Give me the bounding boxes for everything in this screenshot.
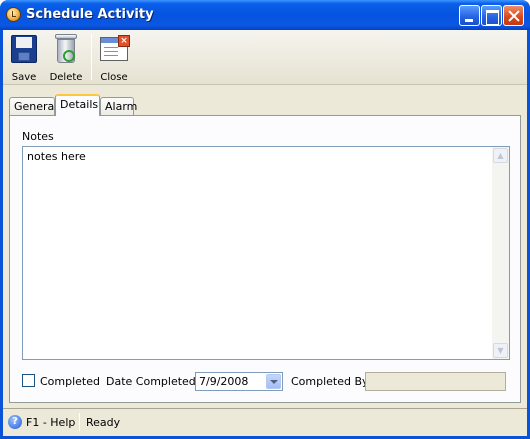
status-bar: ? F1 - Help Ready [3,408,527,434]
notes-label: Notes [22,130,54,143]
completion-row: Completed Date Completed 7/9/2008 Comple… [10,372,522,392]
completed-checkbox[interactable] [22,374,35,387]
close-label: Close [100,72,128,83]
date-completed-picker[interactable]: 7/9/2008 [195,372,283,391]
status-text: Ready [86,416,121,429]
tab-general[interactable]: General [9,97,57,115]
toolbar-separator [91,34,92,80]
toolbar: Save Delete × Close [3,30,527,85]
date-completed-value: 7/9/2008 [199,375,249,388]
completed-by-label: Completed By [291,375,369,388]
scroll-up-arrow-icon[interactable]: ▲ [493,148,508,163]
notes-scrollbar[interactable]: ▲ ▼ [492,147,509,359]
notes-textarea[interactable]: notes here ▲ ▼ [22,146,510,360]
completed-by-field[interactable] [365,372,506,391]
date-completed-label: Date Completed [106,375,196,388]
maximize-button[interactable] [481,5,502,26]
help-icon: ? [8,415,22,429]
close-document-icon: × [100,35,130,61]
save-button[interactable]: Save [9,32,39,84]
delete-button[interactable]: Delete [47,32,85,84]
schedule-activity-window: Schedule Activity Save Delete × Close Ge… [0,0,530,439]
floppy-disk-icon [11,35,37,63]
recycle-bin-icon [55,34,77,64]
status-separator [79,413,80,431]
chevron-down-icon[interactable] [266,374,281,389]
delete-label: Delete [49,72,83,83]
completed-label: Completed [40,375,100,388]
help-hint: F1 - Help [26,416,76,429]
window-title: Schedule Activity [26,7,154,22]
title-bar[interactable]: Schedule Activity [0,0,530,30]
tab-alarm[interactable]: Alarm [100,97,137,115]
close-window-button[interactable] [503,5,524,26]
scroll-down-arrow-icon[interactable]: ▼ [493,343,508,358]
tab-details[interactable]: Details [55,94,100,116]
close-button[interactable]: × Close [97,32,131,84]
window-client-area: Save Delete × Close General Details Alar… [3,30,527,436]
notes-text: notes here [27,150,86,163]
save-label: Save [11,72,37,83]
details-panel: Notes notes here ▲ ▼ Completed Date Comp… [9,115,521,403]
clock-app-icon [6,7,21,22]
minimize-button[interactable] [459,5,480,26]
